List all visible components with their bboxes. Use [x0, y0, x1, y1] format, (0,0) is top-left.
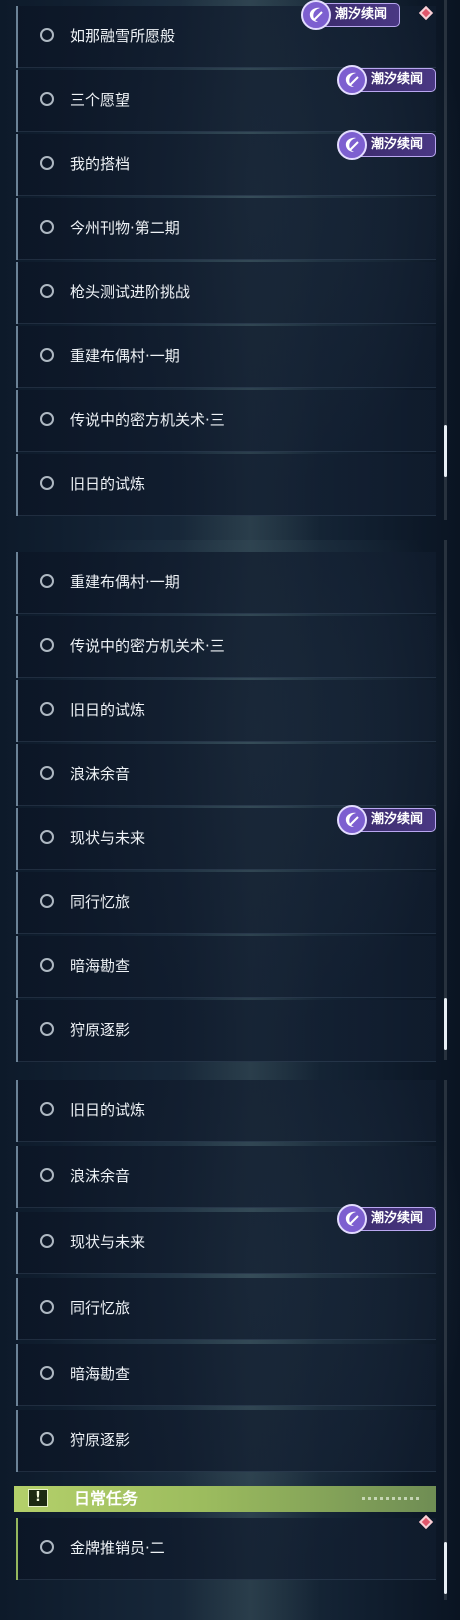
quest-status-circle-icon — [40, 476, 54, 490]
quest-name: 旧日的试炼 — [70, 475, 146, 493]
quest-status-circle-icon — [40, 284, 54, 298]
event-tag: 潮汐续闻 — [337, 805, 436, 835]
scrollbar[interactable] — [444, 0, 447, 520]
scrollbar[interactable] — [444, 1080, 447, 1600]
quest-row[interactable]: 旧日的试炼 — [16, 680, 436, 742]
quest-row[interactable]: 暗海勘查 — [16, 1344, 436, 1406]
quest-name: 旧日的试炼 — [70, 701, 146, 719]
moon-swirl-icon — [301, 0, 331, 30]
moon-swirl-icon — [337, 65, 367, 95]
daily-quests-title: 日常任务 — [74, 1489, 139, 1508]
quest-name: 狩原逐影 — [70, 1021, 131, 1039]
quest-row[interactable]: 枪头测试进阶挑战 — [16, 262, 436, 324]
quest-name: 同行忆旅 — [70, 1299, 131, 1317]
quest-status-circle-icon — [40, 1234, 54, 1248]
quest-row[interactable]: 同行忆旅 — [16, 1278, 436, 1340]
quest-status-circle-icon — [40, 348, 54, 362]
quest-row[interactable]: 暗海勘查 — [16, 936, 436, 998]
quest-row[interactable]: 同行忆旅 — [16, 872, 436, 934]
scrollbar-thumb[interactable] — [444, 998, 447, 1050]
quest-status-circle-icon — [40, 958, 54, 972]
quest-row[interactable]: 浪沫余音 — [16, 744, 436, 806]
event-tag: 潮汐续闻 — [337, 65, 436, 95]
quest-name: 暗海勘查 — [70, 1365, 131, 1383]
event-tag-label: 潮汐续闻 — [371, 812, 424, 827]
quest-name: 今州刊物·第二期 — [70, 219, 180, 237]
quest-name: 暗海勘查 — [70, 957, 131, 975]
quest-status-circle-icon — [40, 1022, 54, 1036]
scrollbar-thumb[interactable] — [444, 1542, 447, 1594]
quest-name: 金牌推销员·二 — [70, 1539, 165, 1557]
quest-status-circle-icon — [40, 1366, 54, 1380]
daily-quests-header[interactable]: ! 日常任务 — [14, 1486, 436, 1512]
quest-list-panel-1: 如那融雪所愿般 三个愿望 我的搭档 今州刊物·第二期 枪头测试进阶挑战 重建布偶… — [0, 0, 460, 540]
quest-row[interactable]: 狩原逐影 — [16, 1000, 436, 1062]
quest-name: 现状与未来 — [70, 829, 146, 847]
moon-swirl-icon — [337, 1204, 367, 1234]
quest-name: 重建布偶村·一期 — [70, 573, 180, 591]
quest-list-screens: 如那融雪所愿般 三个愿望 我的搭档 今州刊物·第二期 枪头测试进阶挑战 重建布偶… — [0, 0, 460, 1620]
quest-name: 狩原逐影 — [70, 1431, 131, 1449]
quest-row[interactable]: 狩原逐影 — [16, 1410, 436, 1472]
scrollbar-thumb[interactable] — [444, 425, 447, 477]
moon-swirl-icon — [337, 805, 367, 835]
quest-name: 浪沫余音 — [70, 1167, 131, 1185]
quest-status-circle-icon — [40, 574, 54, 588]
scrollbar[interactable] — [444, 540, 447, 1060]
quest-status-circle-icon — [40, 28, 54, 42]
quest-status-circle-icon — [40, 830, 54, 844]
quest-row[interactable]: 传说中的密方机关术·三 — [16, 390, 436, 452]
quest-status-circle-icon — [40, 638, 54, 652]
exclamation-icon: ! — [28, 1489, 48, 1507]
quest-status-circle-icon — [40, 1102, 54, 1116]
quest-name: 传说中的密方机关术·三 — [70, 637, 225, 655]
quest-list-panel-3: 旧日的试炼 浪沫余音 现状与未来 同行忆旅 暗海勘查 狩原逐影 潮汐续闻 金牌推… — [0, 1080, 460, 1620]
quest-status-circle-icon — [40, 894, 54, 908]
quest-status-circle-icon — [40, 766, 54, 780]
quest-row[interactable]: 今州刊物·第二期 — [16, 198, 436, 260]
quest-name: 浪沫余音 — [70, 765, 131, 783]
quest-status-circle-icon — [40, 1432, 54, 1446]
quest-status-circle-icon — [40, 1168, 54, 1182]
quest-row[interactable]: 旧日的试炼 — [16, 454, 436, 516]
quest-name: 枪头测试进阶挑战 — [70, 283, 191, 301]
event-tag-label: 潮汐续闻 — [371, 137, 424, 152]
quest-name: 三个愿望 — [70, 91, 131, 109]
quest-name: 重建布偶村·一期 — [70, 347, 180, 365]
quest-name: 如那融雪所愿般 — [70, 27, 176, 45]
quest-row[interactable]: 重建布偶村·一期 — [16, 552, 436, 614]
quest-name: 我的搭档 — [70, 155, 131, 173]
quest-row[interactable]: 金牌推销员·二 — [16, 1518, 436, 1580]
quest-status-circle-icon — [40, 1540, 54, 1554]
event-tag-label: 潮汐续闻 — [335, 7, 388, 22]
quest-row[interactable]: 传说中的密方机关术·三 — [16, 616, 436, 678]
quest-status-circle-icon — [40, 220, 54, 234]
moon-swirl-icon — [337, 130, 367, 160]
event-tag: 潮汐续闻 — [337, 130, 436, 160]
quest-name: 传说中的密方机关术·三 — [70, 411, 225, 429]
quest-name: 同行忆旅 — [70, 893, 131, 911]
header-decoration — [362, 1497, 422, 1500]
event-tag: 潮汐续闻 — [301, 0, 400, 30]
quest-status-circle-icon — [40, 156, 54, 170]
quest-status-circle-icon — [40, 92, 54, 106]
event-tag-label: 潮汐续闻 — [371, 1211, 424, 1226]
event-tag-label: 潮汐续闻 — [371, 72, 424, 87]
quest-status-circle-icon — [40, 1300, 54, 1314]
quest-status-circle-icon — [40, 702, 54, 716]
quest-list-panel-2: 重建布偶村·一期 传说中的密方机关术·三 旧日的试炼 浪沫余音 现状与未来 同行… — [0, 540, 460, 1080]
quest-status-circle-icon — [40, 412, 54, 426]
quest-row[interactable]: 旧日的试炼 — [16, 1080, 436, 1142]
quest-row[interactable]: 浪沫余音 — [16, 1146, 436, 1208]
event-tag: 潮汐续闻 — [337, 1204, 436, 1234]
quest-row[interactable]: 重建布偶村·一期 — [16, 326, 436, 388]
quest-name: 旧日的试炼 — [70, 1101, 146, 1119]
quest-name: 现状与未来 — [70, 1233, 146, 1251]
